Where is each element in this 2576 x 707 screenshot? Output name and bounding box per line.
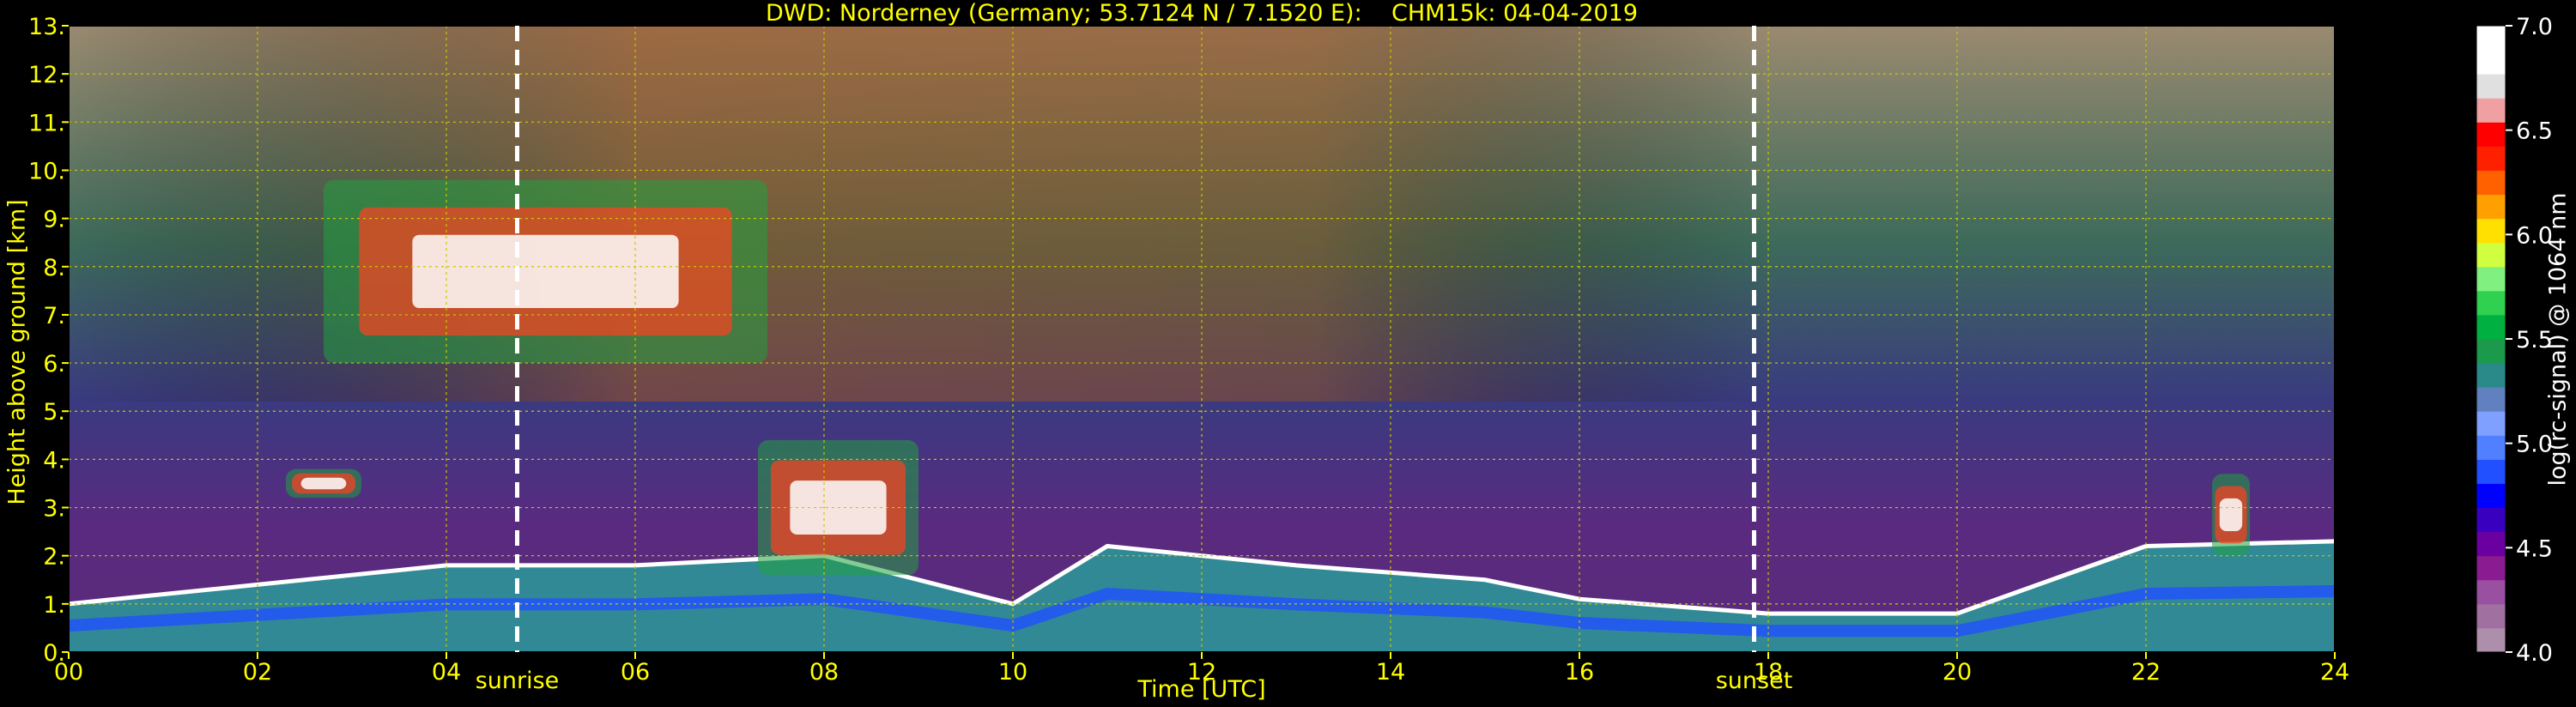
- y-tick-label: 3.: [43, 496, 65, 523]
- y-tick-label: 9.: [43, 207, 65, 233]
- colorbar-segment: [2476, 218, 2506, 244]
- y-tick-label: 12.: [28, 62, 65, 88]
- chart-root: 00 02 04 06 08 10 12 14 16 18 20 22 240.1.2.3.4.5.6.…: [28, 14, 2553, 694]
- cloud-center-1: [300, 477, 347, 490]
- x-tick-label: 04: [432, 659, 461, 686]
- x-tick-label: 20: [1943, 659, 1972, 686]
- y-tick-label: 6.: [43, 351, 65, 378]
- x-tick-label: 22: [2131, 659, 2161, 686]
- colorbar-segment: [2476, 435, 2506, 460]
- colorbar-segment: [2476, 387, 2506, 412]
- y-tick-label: 10.: [28, 158, 65, 184]
- y-axis-label: Height above ground [km]: [3, 199, 31, 505]
- colorbar-segment: [2476, 122, 2506, 147]
- colorbar-segment: [2476, 74, 2506, 99]
- x-tick-label: 14: [1376, 659, 1405, 686]
- x-tick-label: 10: [998, 659, 1027, 686]
- colorbar-tick-label: 4.5: [2516, 535, 2553, 562]
- colorbar-segment: [2476, 339, 2506, 364]
- colorbar-segment: [2476, 98, 2506, 123]
- colorbar-segment: [2476, 194, 2506, 220]
- sunrise-label: sunrise: [476, 668, 560, 694]
- x-tick-label: 08: [809, 659, 839, 686]
- colorbar-segment: [2476, 50, 2506, 75]
- y-tick-label: 4.: [43, 447, 65, 474]
- x-axis-label: Time [UTC]: [1137, 676, 1266, 703]
- colorbar-segment: [2476, 26, 2506, 51]
- colorbar-tick-label: 4.0: [2516, 640, 2553, 667]
- chart-title: DWD: Norderney (Germany; 53.7124 N / 7.1…: [765, 0, 1639, 27]
- y-tick-label: 5.: [43, 399, 65, 426]
- colorbar-segment: [2476, 146, 2506, 171]
- colorbar-segment: [2476, 531, 2506, 557]
- y-tick-label: 8.: [43, 255, 65, 281]
- colorbar-tick-label: 6.5: [2516, 118, 2553, 145]
- colorbar-segment: [2476, 363, 2506, 388]
- colorbar: 4.04.55.05.56.06.57.0: [2476, 14, 2553, 667]
- colorbar-segment: [2476, 411, 2506, 436]
- x-tick-label: 16: [1565, 659, 1594, 686]
- colorbar-segment: [2476, 459, 2506, 484]
- colorbar-label: log(rc-signal) @ 1064 nm: [2544, 192, 2572, 486]
- colorbar-segment: [2476, 266, 2506, 292]
- colorbar-segment: [2476, 170, 2506, 196]
- colorbar-segment: [2476, 483, 2506, 509]
- colorbar-segment: [2476, 555, 2506, 581]
- sunset-label: sunset: [1716, 668, 1793, 694]
- colorbar-segment: [2476, 579, 2506, 605]
- colorbar-tick-label: 7.0: [2516, 14, 2553, 40]
- colorbar-segment: [2476, 290, 2506, 316]
- colorbar-segment: [2476, 603, 2506, 629]
- x-tick-label: 24: [2320, 659, 2349, 686]
- y-tick-label: 1.: [43, 592, 65, 619]
- colorbar-segment: [2476, 507, 2506, 533]
- cloud-center-0: [412, 234, 679, 309]
- y-tick-label: 2.: [43, 544, 65, 571]
- x-tick-label: 02: [243, 659, 272, 686]
- y-tick-label: 7.: [43, 303, 65, 329]
- colorbar-segment: [2476, 314, 2506, 340]
- cloud-center-3: [2219, 498, 2243, 532]
- colorbar-segment: [2476, 627, 2506, 653]
- y-tick-label: 11.: [28, 110, 65, 136]
- x-tick-label: 06: [621, 659, 650, 686]
- y-tick-label: 0.: [43, 640, 65, 667]
- colorbar-segment: [2476, 242, 2506, 268]
